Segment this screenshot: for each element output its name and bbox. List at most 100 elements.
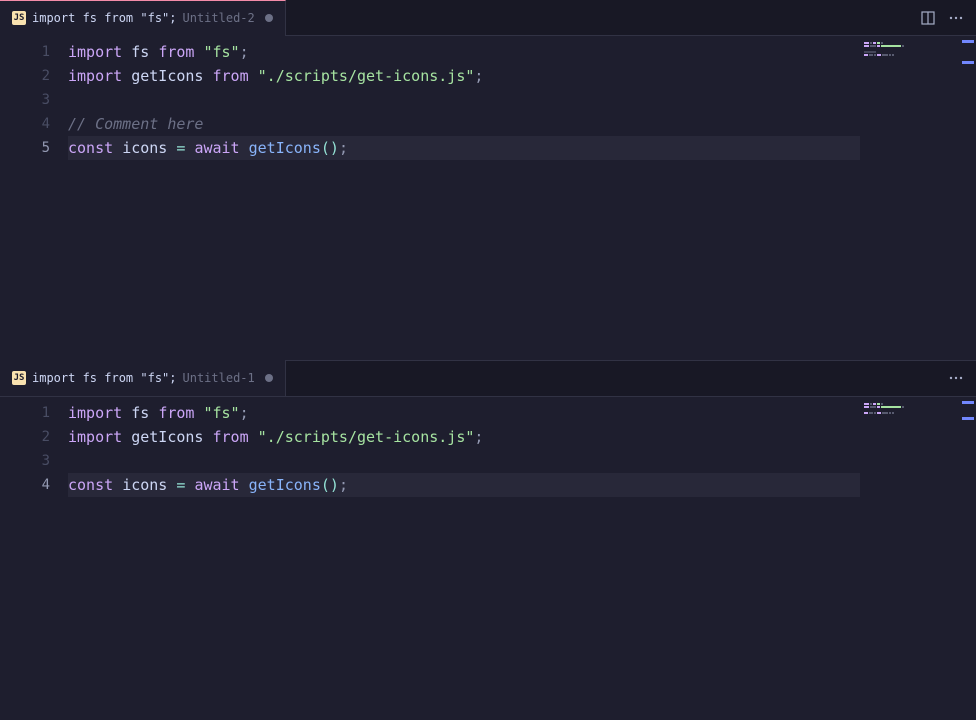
- token-semi: ;: [474, 67, 483, 85]
- token-semi: ;: [339, 476, 348, 494]
- token-semi: ;: [240, 404, 249, 422]
- line-number: 3: [0, 449, 68, 473]
- tab-bar-top: JS import fs from "fs"; Untitled-2: [0, 0, 976, 36]
- minimap-line: [864, 409, 956, 411]
- code-line[interactable]: // Comment here: [68, 112, 860, 136]
- line-number: 4: [0, 112, 68, 136]
- token-kw: from: [213, 428, 249, 446]
- token-var: [149, 404, 158, 422]
- tab-untitled-1[interactable]: JS import fs from "fs"; Untitled-1: [0, 360, 286, 396]
- tab-title: import fs from "fs";: [32, 11, 177, 25]
- token-comment: // Comment here: [68, 115, 203, 133]
- token-var: getIcons: [131, 428, 203, 446]
- token-semi: ;: [339, 139, 348, 157]
- tab-subtitle: Untitled-2: [183, 11, 255, 25]
- scroll-marker: [962, 61, 974, 64]
- javascript-icon: JS: [12, 371, 26, 385]
- code-line[interactable]: import getIcons from "./scripts/get-icon…: [68, 64, 860, 88]
- code-line[interactable]: [68, 449, 860, 473]
- editor-body-top[interactable]: 12345 import fs from "fs";import getIcon…: [0, 36, 976, 360]
- code-area[interactable]: import fs from "fs";import getIcons from…: [68, 36, 860, 360]
- token-var: [122, 43, 131, 61]
- token-kw: await: [194, 139, 239, 157]
- code-line[interactable]: const icons = await getIcons();: [68, 136, 860, 160]
- tab-title: import fs from "fs";: [32, 371, 177, 385]
- minimap[interactable]: [860, 36, 960, 360]
- code-line[interactable]: import fs from "fs";: [68, 401, 860, 425]
- line-number: 2: [0, 64, 68, 88]
- minimap-line: [864, 412, 956, 414]
- minimap-line: [864, 42, 956, 44]
- line-number: 5: [0, 136, 68, 160]
- line-number: 4: [0, 473, 68, 497]
- line-number: 2: [0, 425, 68, 449]
- token-str: "./scripts/get-icons.js": [258, 428, 475, 446]
- dirty-indicator-icon: [265, 14, 273, 22]
- tab-untitled-2[interactable]: JS import fs from "fs"; Untitled-2: [0, 0, 286, 36]
- line-number: 1: [0, 401, 68, 425]
- token-kw: const: [68, 476, 113, 494]
- token-semi: ;: [474, 428, 483, 446]
- token-var: [113, 476, 122, 494]
- tab-actions-bottom: [948, 370, 976, 386]
- scrollbar[interactable]: [960, 36, 976, 360]
- more-actions-icon[interactable]: [948, 370, 964, 386]
- token-str: "fs": [203, 43, 239, 61]
- tab-subtitle: Untitled-1: [183, 371, 255, 385]
- token-var: icons: [122, 139, 167, 157]
- token-var: [113, 139, 122, 157]
- token-punc: (): [321, 476, 339, 494]
- minimap-line: [864, 51, 956, 53]
- editor-pane-bottom: JS import fs from "fs"; Untitled-1 1234 …: [0, 360, 976, 720]
- token-kw: from: [213, 67, 249, 85]
- token-var: [249, 67, 258, 85]
- scroll-marker: [962, 417, 974, 420]
- token-kw: from: [158, 43, 194, 61]
- token-kw: const: [68, 139, 113, 157]
- token-kw: import: [68, 404, 122, 422]
- minimap[interactable]: [860, 397, 960, 720]
- code-line[interactable]: import fs from "fs";: [68, 40, 860, 64]
- token-var: [122, 428, 131, 446]
- token-var: fs: [131, 43, 149, 61]
- token-punc: (): [321, 139, 339, 157]
- line-number: 3: [0, 88, 68, 112]
- line-gutter: 12345: [0, 36, 68, 360]
- code-area[interactable]: import fs from "fs";import getIcons from…: [68, 397, 860, 720]
- token-var: [240, 476, 249, 494]
- token-var: [240, 139, 249, 157]
- token-kw: import: [68, 43, 122, 61]
- token-var: [203, 428, 212, 446]
- line-number: 1: [0, 40, 68, 64]
- more-actions-icon[interactable]: [948, 10, 964, 26]
- split-editor-icon[interactable]: [920, 10, 936, 26]
- token-var: [122, 67, 131, 85]
- dirty-indicator-icon: [265, 374, 273, 382]
- scrollbar[interactable]: [960, 397, 976, 720]
- token-var: fs: [131, 404, 149, 422]
- token-str: "./scripts/get-icons.js": [258, 67, 475, 85]
- tab-bar-bottom: JS import fs from "fs"; Untitled-1: [0, 361, 976, 397]
- minimap-line: [864, 54, 956, 56]
- code-line[interactable]: [68, 88, 860, 112]
- scroll-marker: [962, 40, 974, 43]
- token-fn: getIcons: [249, 139, 321, 157]
- token-var: [203, 67, 212, 85]
- minimap-line: [864, 48, 956, 50]
- token-kw: import: [68, 428, 122, 446]
- scroll-marker: [962, 401, 974, 404]
- code-line[interactable]: import getIcons from "./scripts/get-icon…: [68, 425, 860, 449]
- token-str: "fs": [203, 404, 239, 422]
- minimap-line: [864, 45, 956, 47]
- token-kw: from: [158, 404, 194, 422]
- javascript-icon: JS: [12, 11, 26, 25]
- token-var: icons: [122, 476, 167, 494]
- editor-body-bottom[interactable]: 1234 import fs from "fs";import getIcons…: [0, 397, 976, 720]
- code-line[interactable]: const icons = await getIcons();: [68, 473, 860, 497]
- token-fn: getIcons: [249, 476, 321, 494]
- token-var: [149, 43, 158, 61]
- token-kw: await: [194, 476, 239, 494]
- minimap-line: [864, 406, 956, 408]
- token-var: [122, 404, 131, 422]
- token-kw: import: [68, 67, 122, 85]
